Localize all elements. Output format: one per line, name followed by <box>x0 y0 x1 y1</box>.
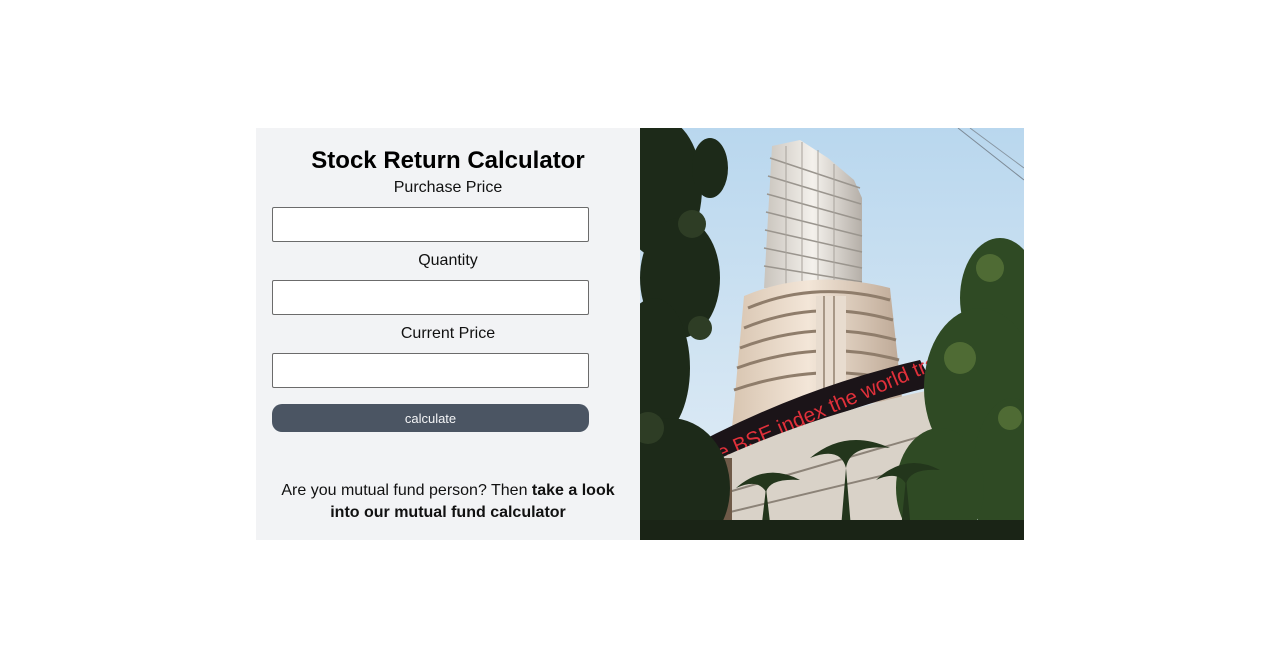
bse-building-photo: The BSE index the world tracks. <box>640 128 1024 540</box>
calculator-form: Stock Return Calculator Purchase Price Q… <box>256 128 640 540</box>
purchase-price-label: Purchase Price <box>393 179 503 196</box>
calculator-card: Stock Return Calculator Purchase Price Q… <box>256 128 1024 540</box>
mutual-fund-promo: Are you mutual fund person? Then take a … <box>272 480 624 524</box>
promo-text: Are you mutual fund person? Then <box>281 482 532 499</box>
page-title: Stock Return Calculator <box>311 147 585 174</box>
calculate-button[interactable]: calculate <box>272 404 589 432</box>
bse-building-image: The BSE index the world tracks. <box>640 128 1024 540</box>
current-price-label: Current Price <box>400 325 496 342</box>
quantity-input[interactable] <box>272 280 589 315</box>
purchase-price-input[interactable] <box>272 207 589 242</box>
current-price-input[interactable] <box>272 353 589 388</box>
quantity-label: Quantity <box>418 252 478 269</box>
